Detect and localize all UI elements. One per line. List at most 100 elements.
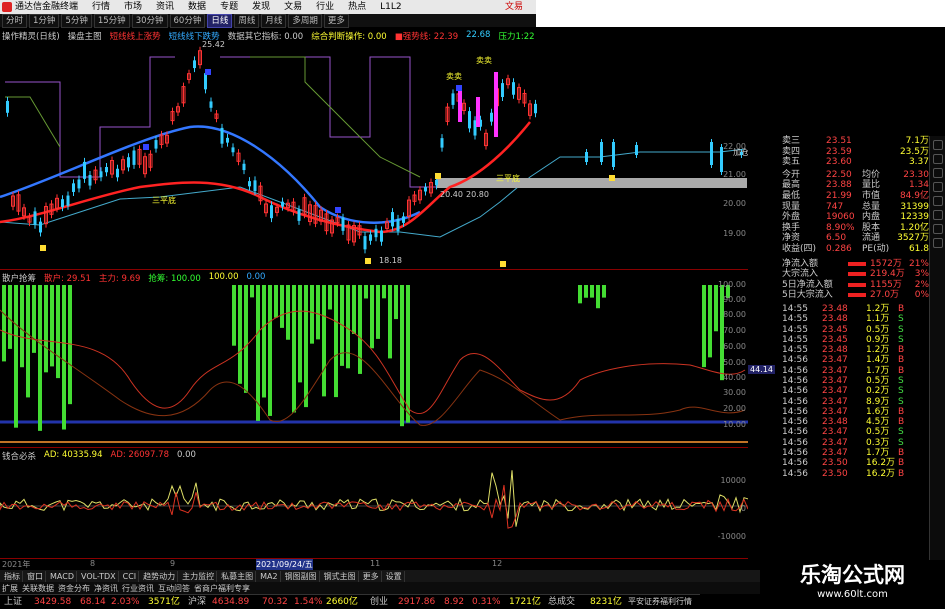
stat-value: 23.30 <box>903 169 929 180</box>
indicator-tab-1[interactable]: 窗口 <box>25 570 46 582</box>
exchange-tab[interactable]: 文易 <box>505 0 523 14</box>
indicator-tab-5[interactable]: 趋势动力 <box>141 570 179 582</box>
period-tab-8[interactable]: 月线 <box>261 13 287 28</box>
stat-label: 今开 <box>782 169 801 180</box>
menu-item-5[interactable]: 发现 <box>252 0 270 14</box>
sidebar-icon-4[interactable] <box>933 182 943 192</box>
retail-indicator-panel[interactable]: 散户抢筹 散户: 29.51 主力: 9.69 抢筹: 100.00 100.00 0.0… <box>0 270 775 448</box>
period-tab-9[interactable]: 多周期 <box>288 13 322 28</box>
chart-annotation: 20.80 <box>466 190 489 199</box>
stat-value: 1.20亿 <box>899 222 929 233</box>
flow-value: 219.4万 <box>870 269 905 280</box>
stat-label: 现量 <box>782 201 801 212</box>
candle <box>193 60 196 69</box>
menu-item-2[interactable]: 资讯 <box>156 0 174 14</box>
candle <box>363 236 367 250</box>
indicator-tab-8[interactable]: MA2 <box>258 570 281 582</box>
indicator-tab-12[interactable]: 设置 <box>384 570 405 582</box>
tick-price: 23.50 <box>822 468 848 479</box>
period-tab-3[interactable]: 15分钟 <box>93 13 130 28</box>
stat-label: 外盘 <box>782 212 801 223</box>
tick-row: 14:56 23.47 0.2万 S <box>782 386 929 396</box>
info-tab-1[interactable]: 关联数据 <box>22 583 54 594</box>
indicator-tab-2[interactable]: MACD <box>48 570 77 582</box>
period-tab-7[interactable]: 周线 <box>234 13 260 28</box>
tick-side: B <box>898 417 905 428</box>
period-tab-6[interactable]: 日线 <box>207 13 233 28</box>
stat-row: 收益(四) 0.286 PE(动) 61.8 <box>782 244 929 255</box>
date-axis-label: 12 <box>492 559 503 568</box>
indicator-tab-7[interactable]: 私募主图 <box>219 570 257 582</box>
sidebar-icon-2[interactable] <box>933 154 943 164</box>
green-bar <box>376 285 380 339</box>
y-tick-label: 10000 <box>720 476 746 485</box>
period-tab-0[interactable]: 分时 <box>2 13 28 28</box>
tick-time: 14:56 <box>782 386 808 397</box>
indicator-tab-3[interactable]: VOL-TDX <box>79 570 119 582</box>
sidebar-icon-7[interactable] <box>933 224 943 234</box>
flow-pct: 0% <box>914 290 929 301</box>
info-tab-4[interactable]: 行业资讯 <box>122 583 154 594</box>
green-bar <box>304 285 308 408</box>
info-tab-2[interactable]: 资金分布 <box>58 583 90 594</box>
green-bar <box>578 285 582 304</box>
order-volume: 3.37 <box>908 157 929 168</box>
info-tab-3[interactable]: 净资讯 <box>94 583 118 594</box>
tick-time: 14:56 <box>782 365 808 376</box>
period-tab-2[interactable]: 5分钟 <box>61 13 92 28</box>
stat-row: 净资 6.50 流通 3527万 <box>782 233 929 244</box>
sidebar-icon-1[interactable] <box>933 140 943 150</box>
candle <box>451 93 455 105</box>
menu-item-8[interactable]: 热点 <box>348 0 366 14</box>
green-bar <box>358 285 362 374</box>
indicator-tab-6[interactable]: 主力监控 <box>180 570 218 582</box>
tick-price: 23.47 <box>822 448 848 459</box>
sidebar-icon-5[interactable] <box>933 196 943 206</box>
info-tab-0[interactable]: 扩展 <box>2 583 18 594</box>
candle <box>374 228 378 238</box>
menu-item-7[interactable]: 行业 <box>316 0 334 14</box>
candle <box>270 205 273 219</box>
green-bar <box>268 285 272 416</box>
app-title: 通达信金融终端 <box>15 2 79 12</box>
stat-value: 8.90% <box>826 222 855 233</box>
tick-volume: 0.5万 <box>866 375 890 386</box>
stat-label: 均价 <box>862 169 881 180</box>
indicator-tab-10[interactable]: 钢式主图 <box>322 570 359 582</box>
candle <box>39 221 42 233</box>
period-tab-5[interactable]: 60分钟 <box>169 13 206 28</box>
indicator-tab-11[interactable]: 更多 <box>361 570 382 582</box>
flow-pct: 2% <box>914 279 929 290</box>
indicator-tab-9[interactable]: 钢图副图 <box>283 570 320 582</box>
menu-item-6[interactable]: 文易 <box>284 0 302 14</box>
menu-item-0[interactable]: 行情 <box>92 0 110 14</box>
info-tab-5[interactable]: 互动问答 <box>158 583 190 594</box>
menu-item-1[interactable]: 市场 <box>124 0 142 14</box>
price-chart-panel[interactable]: 25.42 18.18 20.40 20.80 三平底 三平底 卖卖 卖卖 加仓 操作精灵(日线… <box>0 27 748 270</box>
tick-side: B <box>898 303 905 314</box>
menu-item-4[interactable]: 专题 <box>220 0 238 14</box>
sidebar-icon-8[interactable] <box>933 238 943 248</box>
period-tab-10[interactable]: 更多 <box>323 13 349 28</box>
period-tab-1[interactable]: 1分钟 <box>29 13 60 28</box>
status-item: 上证 <box>4 597 23 607</box>
green-bar <box>32 285 36 353</box>
tick-row: 14:55 23.48 1.2万 B <box>782 304 929 314</box>
menu-item-9[interactable]: L1L2 <box>380 0 401 14</box>
candle <box>534 103 537 114</box>
order-book-row: 卖五 23.60 3.37 <box>782 157 929 168</box>
period-tab-4[interactable]: 30分钟 <box>131 13 168 28</box>
indicator-tab-0[interactable]: 指标 <box>2 570 23 582</box>
sidebar-icon-6[interactable] <box>933 210 943 220</box>
tick-price: 23.48 <box>822 345 848 356</box>
indicator-tab-4[interactable]: CCI <box>121 570 140 582</box>
green-bar <box>596 285 600 309</box>
ad-indicator-svg <box>0 470 748 529</box>
info-tab-6[interactable]: 省商户福利专享 <box>194 583 250 594</box>
sidebar-icon-3[interactable] <box>933 168 943 178</box>
status-item: 1.54% <box>294 597 323 607</box>
menu-item-3[interactable]: 数据 <box>188 0 206 14</box>
tick-time: 14:55 <box>782 303 808 314</box>
ad-indicator-panel[interactable]: 钱合必杀 AD: 40335.94 AD: 26097.78 0.00 10000 0 -… <box>0 448 748 558</box>
stat-label: 最高 <box>782 180 801 191</box>
